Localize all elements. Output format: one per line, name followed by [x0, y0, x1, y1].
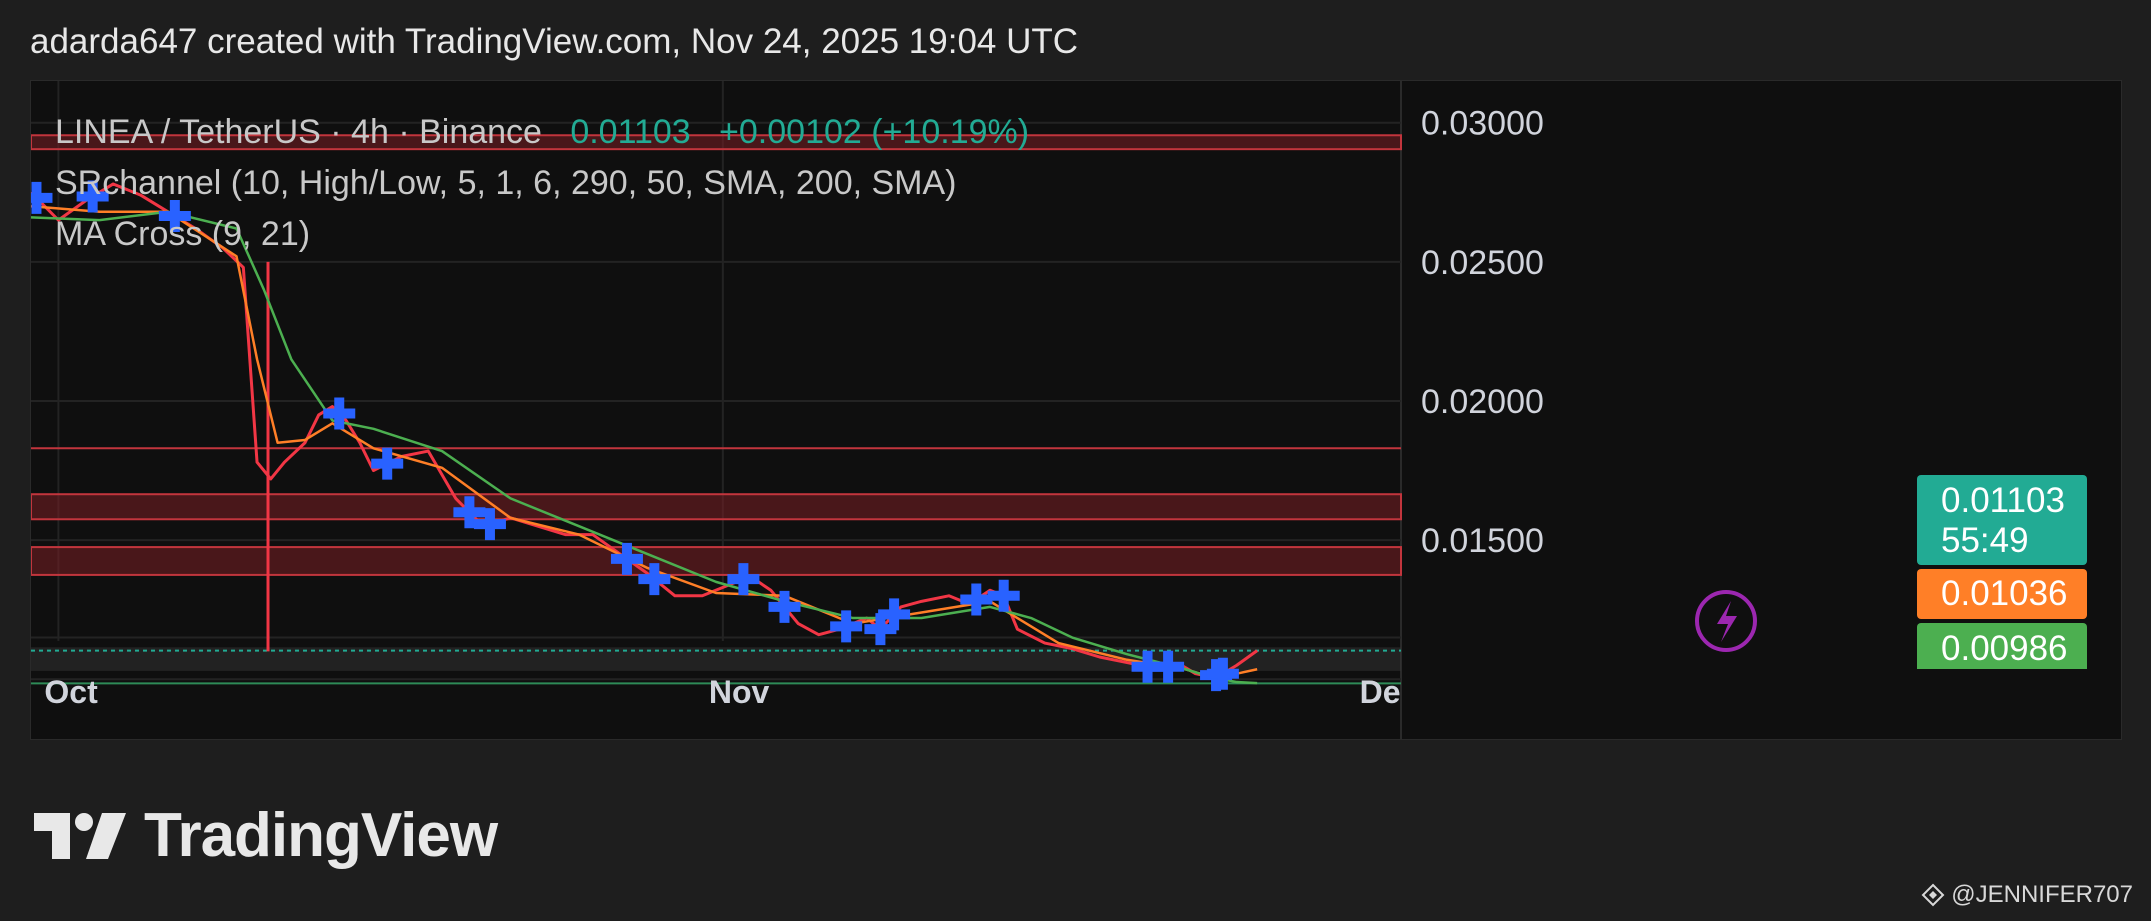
x-tick-label: Nov	[709, 674, 770, 710]
sr-zone	[31, 546, 1402, 576]
tradingview-logo-icon	[34, 812, 126, 859]
ma-fast-badge: 0.01036	[1917, 569, 2087, 619]
watermark: @JENNIFER707	[1921, 881, 2133, 909]
x-tick-label: De	[1360, 674, 1401, 710]
watermark-text: @JENNIFER707	[1951, 881, 2133, 908]
y-tick-label: 0.03000	[1421, 105, 1544, 143]
channel-band	[31, 647, 1401, 671]
binance-diamond-icon	[1921, 883, 1945, 907]
last-price-badge: 0.01103 55:49	[1917, 475, 2087, 565]
tradingview-logo[interactable]: TradingView	[34, 800, 498, 871]
y-tick-label: 0.02500	[1421, 244, 1544, 282]
last-price-value: 0.01103	[1941, 481, 2065, 520]
last-price: 0.01103	[570, 113, 691, 151]
y-tick-label: 0.02000	[1421, 383, 1544, 421]
chart-legend: LINEA / TetherUS · 4h · Binance 0.01103 …	[55, 107, 1029, 260]
ma-slow-badge: 0.00986	[1917, 623, 2087, 669]
price-change: +0.00102 (+10.19%)	[719, 113, 1030, 151]
symbol-title[interactable]: LINEA / TetherUS · 4h · Binance	[55, 113, 542, 151]
bar-countdown: 55:49	[1941, 521, 2029, 560]
lightning-icon[interactable]	[1695, 590, 1757, 652]
cross-marker	[371, 447, 404, 480]
indicator-srchannel[interactable]: SRchannel (10, High/Low, 5, 1, 6, 290, 5…	[55, 158, 1029, 209]
x-tick-label: Oct	[44, 674, 98, 710]
sr-zone	[31, 493, 1402, 521]
chart-header: adarda647 created with TradingView.com, …	[30, 22, 1079, 61]
chart-panel[interactable]: 0.03000 0.02500 0.02000 0.01500 Oct Nov De LI…	[30, 80, 2122, 740]
y-tick-label: 0.01500	[1421, 522, 1544, 560]
ma-fast-line	[31, 204, 1258, 678]
logo-text: TradingView	[144, 801, 498, 870]
indicator-ma-cross[interactable]: MA Cross (9, 21)	[55, 209, 1029, 260]
